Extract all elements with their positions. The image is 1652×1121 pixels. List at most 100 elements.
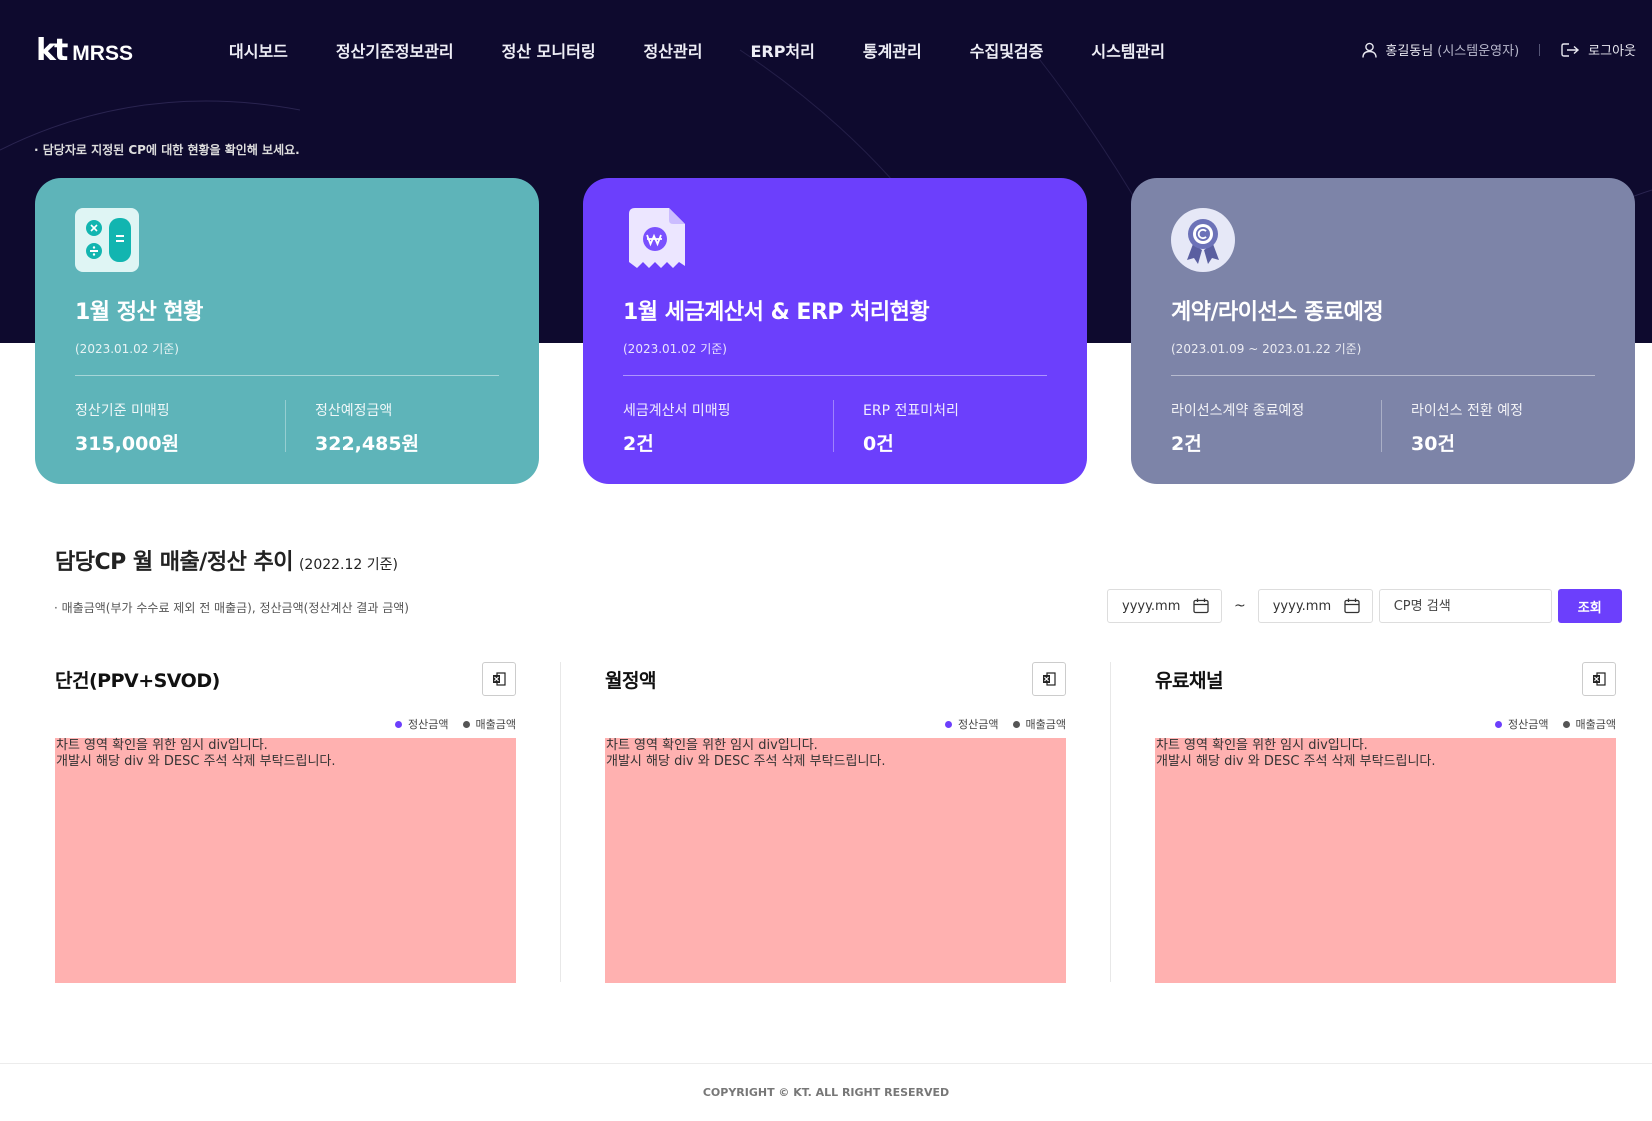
hero-description: · 담당자로 지정된 CP에 대한 현황을 확인해 보세요.: [34, 143, 300, 157]
placeholder-line: 개발시 해당 div 와 DESC 주석 삭제 부탁드립니다.: [56, 754, 336, 769]
search-button[interactable]: 조회: [1557, 589, 1622, 623]
panel-title: 월정액: [605, 669, 656, 692]
chart-placeholder: 차트 영역 확인을 위한 임시 div입니다. 개발시 해당 div 와 DES…: [55, 738, 516, 983]
panel-title: 유료채널: [1155, 669, 1223, 692]
copyright: COPYRIGHT © KT. ALL RIGHT RESERVED: [702, 1086, 950, 1099]
card-divider: [75, 375, 499, 376]
excel-icon: [1593, 672, 1606, 686]
stat-value: 2건: [623, 433, 654, 455]
chart-panel-monthly: 월정액 정산금액 매출금액 차트 영역 확인을 위한 임시 div입니다. 개발…: [605, 662, 1066, 983]
end-month-input[interactable]: yyyy.mm: [1257, 589, 1373, 623]
end-month-placeholder: yyyy.mm: [1272, 598, 1332, 614]
stat-label: 정산기준 미매핑: [75, 403, 170, 419]
nav-collection-verification[interactable]: 수집및검증: [970, 38, 1044, 62]
stat-value: 2건: [1171, 433, 1202, 455]
excel-download-button[interactable]: [1032, 662, 1066, 696]
legend-sales-label: 매출금액: [475, 718, 516, 731]
stat-label: 라이선스계약 종료예정: [1171, 403, 1305, 419]
excel-download-button[interactable]: [1582, 662, 1616, 696]
legend-settle: 정산금액: [1495, 716, 1549, 732]
kt-mrss-logo[interactable]: kt MRSS: [36, 36, 133, 66]
footer: COPYRIGHT © KT. ALL RIGHT RESERVED: [0, 1063, 1652, 1121]
stat-erp-unprocessed: ERP 전표미처리 0건: [833, 400, 1047, 456]
calendar-icon[interactable]: [1344, 598, 1360, 614]
calendar-icon[interactable]: [1193, 598, 1209, 614]
panel-divider: [560, 662, 561, 982]
excel-icon: [1043, 672, 1056, 686]
stat-label: 라이선스 전환 예정: [1411, 403, 1523, 419]
range-separator: ~: [1234, 598, 1246, 614]
start-month-input[interactable]: yyyy.mm: [1107, 589, 1222, 623]
stat-value: 30건: [1411, 433, 1455, 455]
placeholder-line: 차트 영역 확인을 위한 임시 div입니다.: [1156, 738, 1368, 753]
stat-value: 322,485원: [315, 433, 420, 455]
cp-search-input[interactable]: [1378, 589, 1552, 623]
chart-panel-paid-channel: 유료채널 정산금액 매출금액 차트 영역 확인을 위한 임시 div입니다. 개…: [1155, 662, 1616, 983]
award-badge-icon: [1171, 208, 1235, 272]
calculator-icon: [75, 208, 139, 272]
chart-placeholder: 차트 영역 확인을 위한 임시 div입니다. 개발시 해당 div 와 DES…: [605, 738, 1066, 983]
legend-dot-settle: [395, 720, 403, 728]
card-date: (2023.01.09 ~ 2023.01.22 기준): [1171, 342, 1362, 356]
search-filters: yyyy.mm ~ yyyy.mm 조회: [1107, 589, 1622, 623]
user-divider: [1539, 43, 1541, 56]
chart-legend: 정산금액 매출금액: [55, 716, 516, 732]
stat-label: 세금계산서 미매핑: [623, 403, 731, 419]
nav-system[interactable]: 시스템관리: [1091, 38, 1165, 62]
legend-sales-label: 매출금액: [1025, 718, 1066, 731]
excel-download-button[interactable]: [482, 662, 516, 696]
chart-legend: 정산금액 매출금액: [1155, 716, 1616, 732]
section-description: · 매출금액(부가 수수료 제외 전 매출금), 정산금액(정산계산 결과 금액…: [54, 601, 409, 615]
main-navigation: 대시보드 정산기준정보관리 정산 모니터링 정산관리 ERP처리 통계관리 수집…: [229, 38, 1213, 62]
logout-button[interactable]: 로그아웃: [1560, 40, 1636, 59]
card-date: (2023.01.02 기준): [75, 342, 179, 356]
stat-value: 315,000원: [75, 433, 180, 455]
user-area: 홍길동님 (시스템운영자) 로그아웃: [1362, 40, 1636, 59]
panel-divider: [1110, 662, 1111, 982]
logo-kt: kt: [36, 33, 68, 68]
nav-dashboard[interactable]: 대시보드: [229, 38, 288, 62]
user-profile[interactable]: 홍길동님 (시스템운영자): [1362, 40, 1519, 59]
user-icon: [1362, 42, 1378, 58]
user-name: 홍길동님: [1385, 44, 1434, 59]
section-title-text: 담당CP 월 매출/정산 추이: [55, 550, 293, 575]
logo-mrss: MRSS: [72, 42, 133, 65]
chart-placeholder: 차트 영역 확인을 위한 임시 div입니다. 개발시 해당 div 와 DES…: [1155, 738, 1616, 983]
legend-settle-label: 정산금액: [958, 718, 999, 731]
user-role: (시스템운영자): [1437, 44, 1520, 59]
chart-panels: 단건(PPV+SVOD) 정산금액 매출금액 차트 영역 확인을 위한 임시 d…: [55, 662, 1616, 983]
nav-erp[interactable]: ERP처리: [750, 38, 814, 62]
logout-label: 로그아웃: [1588, 44, 1636, 59]
stat-tax-invoice-unmapped: 세금계산서 미매핑 2건: [623, 400, 833, 456]
settlement-status-card[interactable]: 1월 정산 현황 (2023.01.02 기준) 정산기준 미매핑 315,00…: [35, 178, 539, 484]
receipt-won-icon: [623, 208, 687, 272]
summary-cards: 1월 정산 현황 (2023.01.02 기준) 정산기준 미매핑 315,00…: [35, 178, 1635, 484]
card-title: 1월 세금계산서 & ERP 처리현황: [623, 300, 930, 325]
legend-dot-sales: [462, 720, 470, 728]
nav-settlement-management[interactable]: 정산관리: [644, 38, 703, 62]
placeholder-line: 개발시 해당 div 와 DESC 주석 삭제 부탁드립니다.: [606, 754, 886, 769]
tax-invoice-erp-card[interactable]: 1월 세금계산서 & ERP 처리현황 (2023.01.02 기준) 세금계산…: [583, 178, 1087, 484]
section-title: 담당CP 월 매출/정산 추이 (2022.12 기준): [55, 544, 398, 576]
nav-settlement-monitoring[interactable]: 정산 모니터링: [502, 38, 596, 62]
card-title: 1월 정산 현황: [75, 300, 203, 325]
logout-icon: [1561, 42, 1580, 57]
card-divider: [623, 375, 1047, 376]
nav-settlement-standard[interactable]: 정산기준정보관리: [336, 38, 454, 62]
placeholder-line: 차트 영역 확인을 위한 임시 div입니다.: [606, 738, 818, 753]
stat-license-conversion: 라이선스 전환 예정 30건: [1381, 400, 1595, 456]
contract-license-card[interactable]: 계약/라이선스 종료예정 (2023.01.09 ~ 2023.01.22 기준…: [1131, 178, 1635, 484]
legend-dot-settle: [1495, 720, 1503, 728]
stat-license-contract-expiring: 라이선스계약 종료예정 2건: [1171, 400, 1381, 456]
legend-dot-settle: [945, 720, 953, 728]
start-month-placeholder: yyyy.mm: [1122, 598, 1181, 614]
placeholder-line: 개발시 해당 div 와 DESC 주석 삭제 부탁드립니다.: [1156, 754, 1436, 769]
stat-value: 0건: [863, 433, 894, 455]
stat-expected-amount: 정산예정금액 322,485원: [285, 400, 499, 456]
legend-settle-label: 정산금액: [1508, 718, 1549, 731]
nav-statistics[interactable]: 통계관리: [863, 38, 922, 62]
card-title: 계약/라이선스 종료예정: [1171, 300, 1384, 325]
legend-sales: 매출금액: [1012, 716, 1066, 732]
stat-unmapped-standard: 정산기준 미매핑 315,000원: [75, 400, 285, 456]
legend-dot-sales: [1562, 720, 1570, 728]
